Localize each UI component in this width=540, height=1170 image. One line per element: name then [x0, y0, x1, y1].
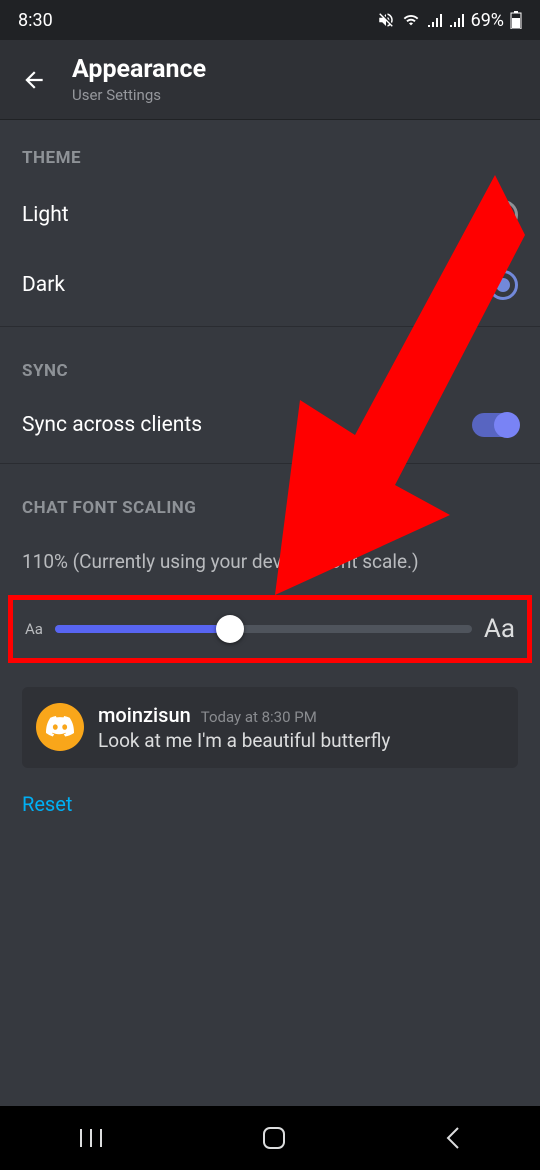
home-icon	[261, 1125, 287, 1151]
font-scale-slider[interactable]	[55, 625, 472, 633]
theme-option-dark[interactable]: Dark	[0, 250, 540, 320]
android-nav-bar	[0, 1106, 540, 1170]
discord-logo-icon	[46, 716, 74, 738]
font-scaling-section-header: CHAT FONT SCALING	[0, 470, 540, 530]
theme-option-label: Dark	[22, 273, 65, 297]
theme-section-header: THEME	[0, 120, 540, 180]
preview-message: Look at me I'm a beautiful butterfly	[98, 729, 390, 752]
preview-timestamp: Today at 8:30 PM	[201, 708, 317, 726]
font-scale-slider-row: Aa Aa	[8, 595, 532, 663]
nav-recents-button[interactable]	[78, 1127, 104, 1149]
radio-unselected-icon	[488, 200, 518, 230]
page-title: Appearance	[72, 55, 206, 84]
divider	[0, 326, 540, 327]
back-button[interactable]	[20, 66, 48, 94]
status-bar: 8:30 69%	[0, 0, 540, 40]
wifi-icon	[401, 12, 421, 28]
signal-icon-1	[427, 12, 443, 28]
avatar	[36, 703, 84, 751]
signal-icon-2	[449, 12, 465, 28]
mute-icon	[377, 11, 395, 29]
nav-home-button[interactable]	[261, 1125, 287, 1151]
divider	[0, 463, 540, 464]
reset-button[interactable]: Reset	[0, 782, 540, 826]
arrow-left-icon	[21, 67, 47, 93]
back-icon	[444, 1125, 462, 1151]
theme-option-label: Light	[22, 203, 69, 227]
recents-icon	[78, 1127, 104, 1149]
sync-label: Sync across clients	[22, 413, 202, 437]
message-preview-card: moinzisun Today at 8:30 PM Look at me I'…	[22, 687, 518, 768]
sync-section-header: SYNC	[0, 333, 540, 393]
font-size-small-marker: Aa	[25, 620, 43, 638]
preview-username: moinzisun	[98, 703, 191, 727]
theme-option-light[interactable]: Light	[0, 180, 540, 250]
appearance-header: Appearance User Settings	[0, 40, 540, 120]
battery-icon	[510, 11, 522, 29]
page-subtitle: User Settings	[72, 86, 206, 104]
toggle-on-icon[interactable]	[472, 413, 518, 437]
nav-back-button[interactable]	[444, 1125, 462, 1151]
font-size-large-marker: Aa	[484, 614, 515, 644]
slider-thumb[interactable]	[216, 615, 244, 643]
radio-selected-icon	[488, 270, 518, 300]
status-time: 8:30	[18, 10, 53, 31]
font-scale-status: 110% (Currently using your device's font…	[0, 530, 540, 583]
sync-across-clients-row[interactable]: Sync across clients	[0, 393, 540, 457]
status-indicators: 69%	[377, 10, 522, 31]
battery-percent: 69%	[471, 10, 504, 31]
slider-fill	[55, 625, 230, 633]
